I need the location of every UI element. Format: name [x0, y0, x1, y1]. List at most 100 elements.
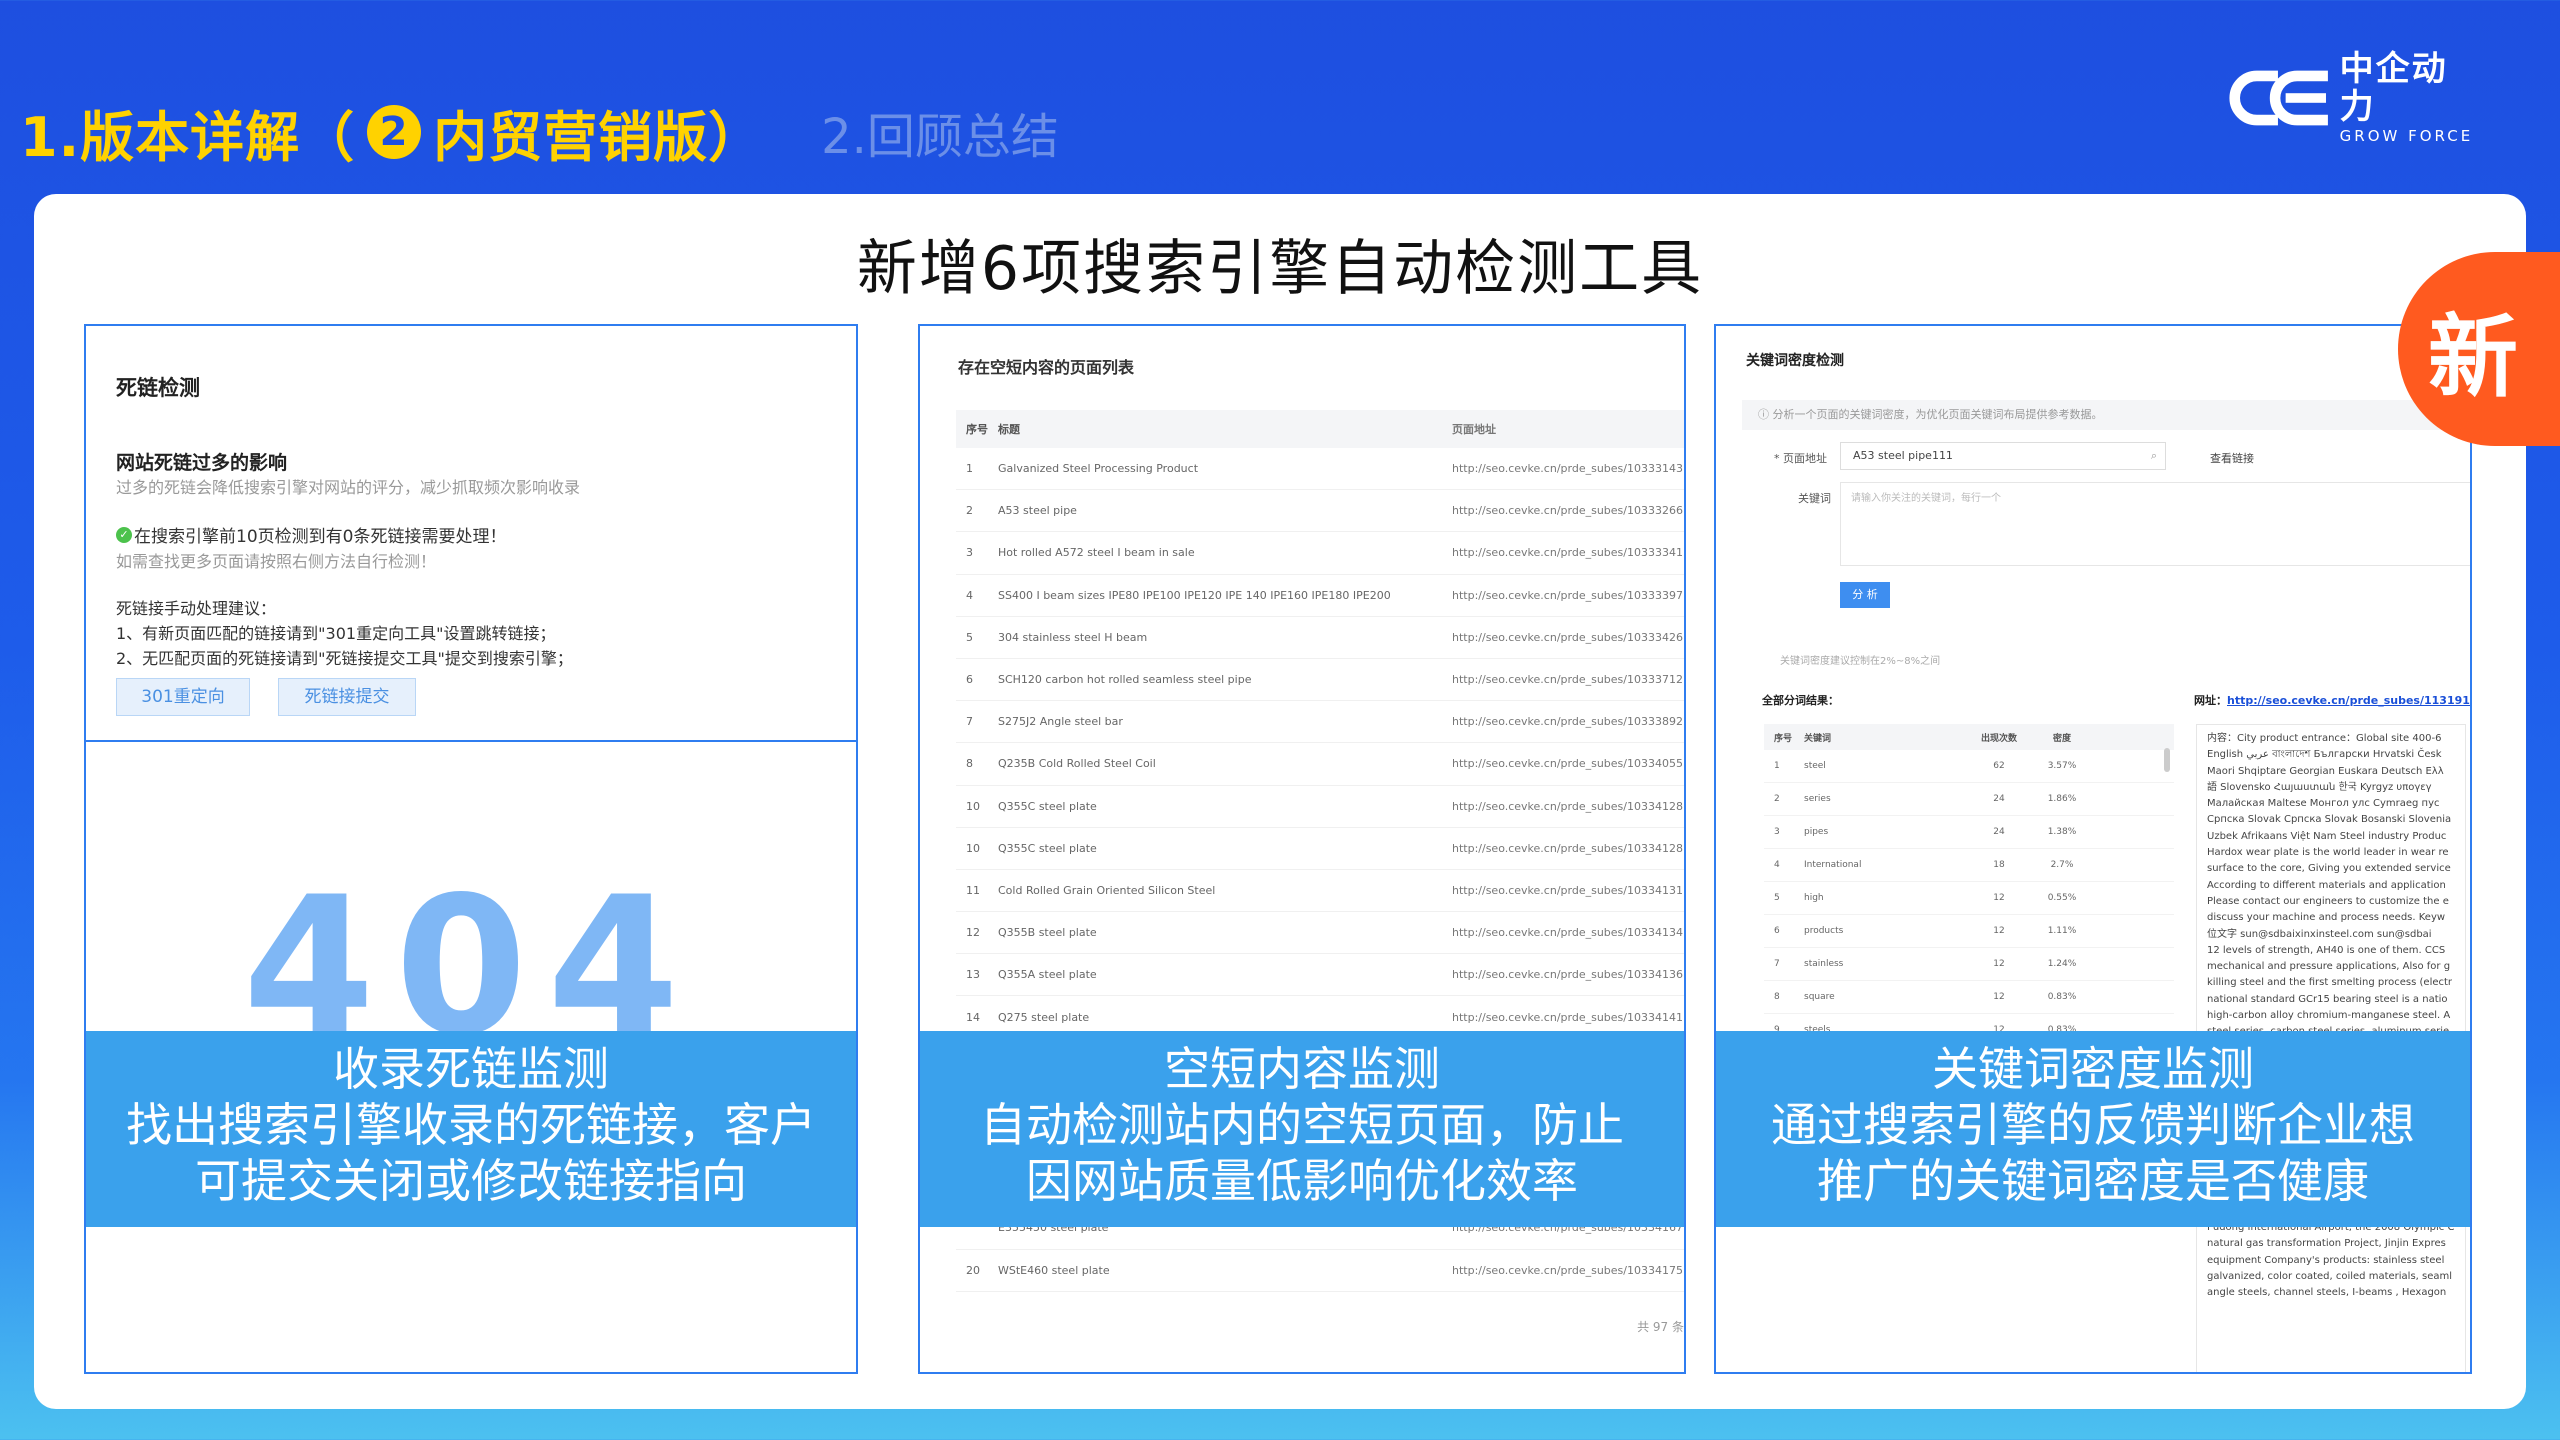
slide-title: 新增6项搜索引擎自动检测工具 [856, 234, 1704, 304]
row-url: http://seo.cevke.cn/prde_subes/10333143 [1452, 462, 1683, 476]
row-number: 7 [1774, 959, 1780, 969]
row-url: http://seo.cevke.cn/prde_subes/10334055 [1452, 757, 1683, 771]
table-row: 7 S275J2 Angle steel bar http://seo.cevke.… [956, 701, 1684, 744]
column-header: 序号 [1774, 733, 1793, 744]
row-keyword: products [1804, 926, 1844, 936]
content-line: galvanized, color coated, coiled materia… [2207, 1270, 2453, 1282]
density-note: 关键词密度建议控制在2%~8%之间 [1780, 656, 1941, 667]
row-url: http://seo.cevke.cn/prde_subes/10334128 [1452, 841, 1683, 855]
row-title: Q275 steel plate [998, 1010, 1090, 1024]
table-row: 6 products 12 1.11% [1764, 915, 2174, 948]
table-row: 2 A53 steel pipe http://seo.cevke.cn/prde_… [956, 490, 1684, 533]
row-title: SCH120 carbon hot rolled seamless steel … [998, 673, 1252, 687]
row-url: http://seo.cevke.cn/prde_subes/10334141 [1452, 1010, 1683, 1024]
content-line: mechanical and pressure applications, Al… [2207, 961, 2451, 973]
dead-link-caption: 收录死链监测 找出搜索引擎收录的死链接，客户 可提交关闭或修改链接指向 [86, 1031, 856, 1227]
url-input[interactable]: A53 steel pipe111 ⌕ [1840, 442, 2166, 470]
result-title: 全部分词结果： [1762, 694, 1839, 707]
keyword-density-caption: 关键词密度监测 通过搜索引擎的反馈判断企业想 推广的关键词密度是否健康 [1716, 1031, 2470, 1227]
row-number: 1 [1774, 761, 1780, 771]
url-input-value: A53 steel pipe111 [1853, 449, 1953, 462]
view-link[interactable]: 查看链接 [2210, 450, 2254, 466]
content-line: national standard GCr15 bearing steel is… [2207, 993, 2448, 1005]
dead-link-submit-button[interactable]: 死链接提交 [278, 678, 416, 716]
redirect-301-button[interactable]: 301重定向 [116, 678, 250, 716]
row-count: 62 [1993, 761, 2005, 771]
brand-name-cn: 中企动力 [2339, 49, 2448, 127]
content-line: equipment Company's products: stainless … [2207, 1254, 2445, 1266]
advice-item-1: 1、有新页面匹配的链接请到"301重定向工具"设置跳转链接； [116, 624, 556, 643]
row-keyword: high [1804, 893, 1824, 903]
header-nav: 1.版本详解（ 2 内贸营销版） 2.回顾总结 [20, 92, 1059, 172]
nav-tab-number: 2 [367, 105, 422, 159]
row-title: Q355A steel plate [998, 968, 1097, 982]
caption-line: 因网站质量低影响优化效率 [1026, 1154, 1578, 1208]
caption-line: 收录死链监测 [333, 1042, 609, 1096]
content-line: 12 levels of strength, AH40 is one of th… [2207, 944, 2446, 956]
row-keyword: series [1804, 794, 1831, 804]
content-line: angle steels, channel steels, I-beams , … [2207, 1287, 2447, 1299]
row-density: 2.7% [2050, 860, 2074, 870]
row-number: 4 [966, 588, 973, 602]
status-message: ✓ 在搜索引擎前10页检测到有0条死链接需要处理！ [116, 522, 506, 547]
row-url: http://seo.cevke.cn/prde_subes/10334128 [1452, 799, 1683, 813]
column-header: 出现次数 [1980, 733, 2017, 744]
analyze-button[interactable]: 分 析 [1840, 582, 1890, 608]
search-icon[interactable]: ⌕ [2151, 443, 2157, 469]
caption-line: 找出搜索引擎收录的死链接，客户 [126, 1098, 816, 1152]
nav-tab-version-detail[interactable]: 1.版本详解（ 2 内贸营销版） [20, 93, 763, 172]
row-title: Q355C steel plate [998, 799, 1097, 813]
row-density: 3.57% [2047, 761, 2077, 771]
table-row: 8 square 12 0.83% [1764, 981, 2174, 1014]
empty-content-caption: 空短内容监测 自动检测站内的空短页面，防止 因网站质量低影响优化效率 [920, 1031, 1684, 1227]
caption-line: 通过搜索引擎的反馈判断企业想 [1771, 1098, 2415, 1152]
row-count: 18 [1993, 860, 2005, 870]
caption-line: 推广的关键词密度是否健康 [1817, 1154, 2369, 1208]
nav-tab-label: 1.版本详解（ [20, 105, 356, 169]
empty-content-panel: 存在空短内容的页面列表 序号 标题 页面地址 1 Galvanized Steel… [918, 324, 1686, 1374]
table-scrollbar[interactable] [2164, 748, 2170, 772]
content-line: surface to the core, Giving you extended… [2207, 863, 2451, 875]
dead-link-heading: 死链检测 [116, 376, 200, 400]
row-count: 24 [1993, 827, 2005, 837]
table-row: 10 Q355C steel plate http://seo.cevke.cn/p… [956, 828, 1684, 870]
table-row: 13 Q355A steel plate http://seo.cevke.cn/p… [956, 954, 1684, 997]
content-line: natural gas transformation Project, Jinj… [2207, 1238, 2446, 1250]
nav-tab-review[interactable]: 2.回顾总结 [821, 97, 1059, 167]
row-url: http://seo.cevke.cn/prde_subes/10333712 [1452, 673, 1683, 687]
keyword-textarea[interactable]: 请输入你关注的关键词，每行一个 [1840, 482, 2470, 566]
row-title: WStE460 steel plate [998, 1263, 1110, 1277]
nav-tab-suffix: 内贸营销版） [433, 105, 764, 169]
row-url: http://seo.cevke.cn/prde_subes/10334131 [1452, 883, 1683, 897]
row-number: 5 [1774, 893, 1780, 903]
row-number: 7 [966, 715, 973, 729]
row-number: 10 [966, 799, 980, 813]
content-line: 位文字 sun@sdbaixinxinsteel.com sun@sdbai [2207, 928, 2432, 940]
row-number: 20 [966, 1263, 980, 1277]
content-line: Hardox wear plate is the world leader in… [2207, 847, 2449, 859]
impact-desc: 过多的死链会降低搜索引擎对网站的评分，减少抓取频次影响收录 [116, 478, 581, 497]
table-header: 序号 标题 页面地址 [956, 410, 1684, 448]
row-title: Q235B Cold Rolled Steel Coil [998, 757, 1156, 771]
column-header: 页面地址 [1452, 423, 1496, 436]
row-title: S275J2 Angle steel bar [998, 715, 1123, 729]
column-header: 关键词 [1804, 733, 1832, 744]
content-line: 内容：City product entrance：Global site 400… [2207, 733, 2442, 744]
row-number: 2 [1774, 794, 1780, 804]
row-title: 304 stainless steel H beam [998, 630, 1148, 644]
row-density: 1.86% [2047, 794, 2077, 804]
info-bar: ⓘ 分析一个页面的关键词密度，为优化页面关键词布局提供参考数据。 [1742, 400, 2470, 430]
result-url-link[interactable]: http://seo.cevke.cn/prde_subes/11319126 [2227, 694, 2470, 707]
result-url: 网址：http://seo.cevke.cn/prde_subes/113191… [2194, 692, 2470, 708]
content-line: According to different materials and app… [2207, 879, 2446, 891]
content-line: Uzbek Afrikaans Việt Nam Steel industry … [2207, 830, 2447, 842]
caption-line: 空短内容监测 [1164, 1042, 1440, 1096]
column-header: 序号 [966, 423, 988, 436]
row-density: 0.55% [2047, 893, 2077, 903]
hint-text: 如需查找更多页面请按照右侧方法自行检测！ [116, 552, 437, 571]
advice-title: 死链接手动处理建议： [116, 599, 277, 618]
content-line: English عربي বাংলাদেশ Български Hrvatski… [2207, 749, 2442, 761]
row-number: 6 [1774, 926, 1780, 936]
row-number: 4 [1774, 860, 1780, 870]
table-row: 7 stainless 12 1.24% [1764, 948, 2174, 981]
